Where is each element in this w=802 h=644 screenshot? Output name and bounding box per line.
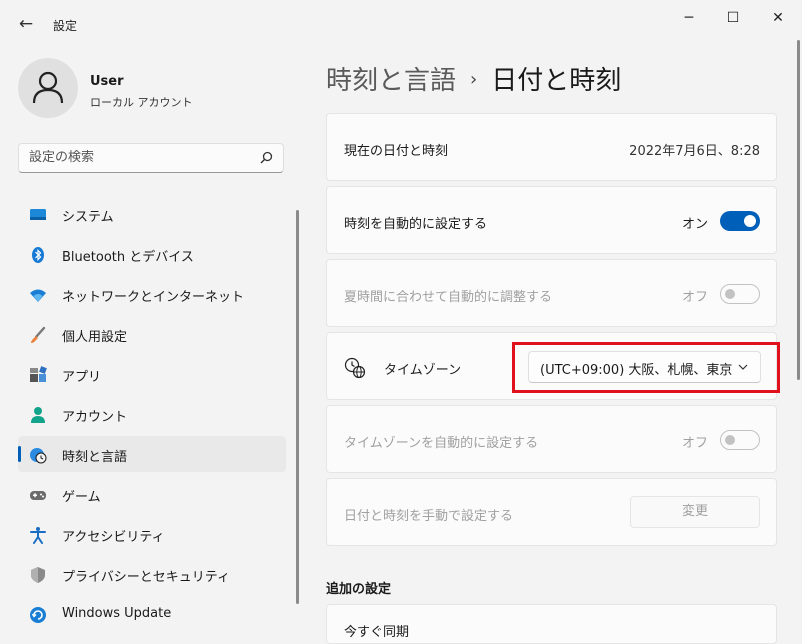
section-title: 追加の設定: [326, 582, 392, 597]
toggle-knob: [744, 215, 756, 227]
search-input[interactable]: [29, 150, 249, 165]
auto-timezone-state: オフ: [681, 436, 708, 451]
globe-clock-icon: [344, 357, 366, 379]
auto-time-card[interactable]: 時刻を自動的に設定する オン: [326, 186, 777, 254]
sidebar-item-label: アプリ: [62, 370, 102, 385]
timezone-card: タイムゾーン (UTC+09:00) 大阪、札幌、東京: [326, 332, 777, 400]
sidebar-item-bluetooth[interactable]: Bluetooth とデバイス: [18, 236, 286, 272]
auto-time-state: オン: [681, 217, 708, 232]
current-datetime-card: 現在の日付と時刻 2022年7月6日、8:28: [326, 113, 777, 181]
sidebar-item-label: ネットワークとインターネット: [62, 290, 245, 305]
auto-timezone-card: タイムゾーンを自動的に設定する オフ: [326, 405, 777, 473]
dst-label: 夏時間に合わせて自動的に調整する: [344, 290, 553, 305]
sidebar-item-network[interactable]: ネットワークとインターネット: [18, 276, 286, 312]
sidebar-item-system[interactable]: システム: [18, 196, 286, 232]
title-bar: ← 設定 ─ ☐ ✕: [0, 0, 802, 48]
toggle-knob: [725, 435, 735, 445]
manual-datetime-card: 日付と時刻を手動で設定する 変更: [326, 478, 777, 546]
toggle-knob: [725, 289, 735, 299]
breadcrumb-separator-icon: ›: [470, 69, 478, 90]
bluetooth-icon: [32, 247, 44, 263]
sync-now-card[interactable]: 今すぐ同期: [326, 604, 777, 644]
dst-toggle: [720, 284, 760, 304]
sidebar-item-apps[interactable]: アプリ: [18, 356, 286, 392]
timezone-label: タイムゾーン: [384, 363, 462, 378]
sidebar-item-label: アクセシビリティ: [62, 530, 165, 545]
auto-time-toggle[interactable]: [720, 211, 760, 231]
gamepad-icon: [30, 491, 46, 500]
sidebar-item-label: 個人用設定: [62, 330, 128, 345]
brush-icon: [31, 326, 46, 343]
app-title: 設定: [53, 19, 78, 33]
chevron-down-icon: [738, 364, 748, 370]
sidebar-item-gaming[interactable]: ゲーム: [18, 476, 286, 512]
close-button[interactable]: ✕: [765, 8, 791, 28]
person-silhouette-icon: [32, 71, 64, 104]
time-language-icon: [30, 448, 47, 464]
shield-icon: [31, 567, 45, 583]
dst-card: 夏時間に合わせて自動的に調整する オフ: [326, 259, 777, 327]
dst-state: オフ: [681, 290, 708, 305]
sidebar-item-time-language[interactable]: 時刻と言語: [18, 436, 286, 472]
account-type: ローカル アカウント: [90, 96, 193, 109]
maximize-button[interactable]: ☐: [720, 8, 746, 28]
content-scrollbar[interactable]: [797, 40, 800, 380]
sidebar-item-personalization[interactable]: 個人用設定: [18, 316, 286, 352]
page-title: 日付と時刻: [491, 66, 622, 96]
current-datetime-value: 2022年7月6日、8:28: [629, 144, 760, 159]
search-icon[interactable]: [258, 150, 274, 166]
timezone-dropdown[interactable]: (UTC+09:00) 大阪、札幌、東京: [528, 351, 761, 383]
search-box[interactable]: [18, 143, 284, 173]
sidebar-item-accessibility[interactable]: アクセシビリティ: [18, 516, 286, 552]
sidebar-item-label: Bluetooth とデバイス: [62, 250, 194, 265]
display-icon: [30, 209, 46, 220]
sidebar-item-privacy[interactable]: プライバシーとセキュリティ: [18, 556, 286, 592]
user-profile[interactable]: User ローカル アカウント: [18, 58, 298, 122]
back-arrow-icon[interactable]: ←: [16, 14, 36, 34]
breadcrumb: 時刻と言語 › 日付と時刻: [326, 60, 621, 97]
current-datetime-label: 現在の日付と時刻: [344, 144, 449, 159]
change-button: 変更: [630, 496, 760, 528]
auto-timezone-toggle: [720, 430, 760, 450]
auto-timezone-label: タイムゾーンを自動的に設定する: [344, 436, 539, 451]
breadcrumb-parent[interactable]: 時刻と言語: [326, 66, 456, 96]
sidebar-item-label: Windows Update: [62, 606, 172, 621]
sidebar-item-label: ゲーム: [62, 490, 101, 505]
sync-now-label: 今すぐ同期: [344, 625, 410, 640]
accessibility-icon: [30, 527, 46, 544]
user-name: User: [90, 74, 124, 89]
apps-icon: [30, 366, 47, 382]
avatar: [18, 58, 78, 118]
sidebar-item-accounts[interactable]: アカウント: [18, 396, 286, 432]
update-icon: [30, 607, 46, 623]
sidebar-item-label: プライバシーとセキュリティ: [62, 570, 230, 585]
sidebar-item-label: 時刻と言語: [62, 450, 128, 465]
auto-time-label: 時刻を自動的に設定する: [344, 217, 488, 232]
manual-datetime-label: 日付と時刻を手動で設定する: [344, 509, 514, 524]
sidebar-nav: システム Bluetooth とデバイス ネットワークとインターネット 個人用設…: [18, 196, 286, 636]
person-icon: [31, 407, 45, 423]
timezone-value: (UTC+09:00) 大阪、札幌、東京: [540, 363, 733, 378]
sidebar-item-label: システム: [62, 210, 114, 225]
sidebar-item-windows-update[interactable]: Windows Update: [18, 596, 286, 632]
minimize-button[interactable]: ─: [676, 8, 702, 28]
sidebar-scrollbar[interactable]: [296, 210, 299, 604]
sidebar-item-label: アカウント: [62, 410, 128, 425]
wifi-icon: [30, 289, 46, 302]
